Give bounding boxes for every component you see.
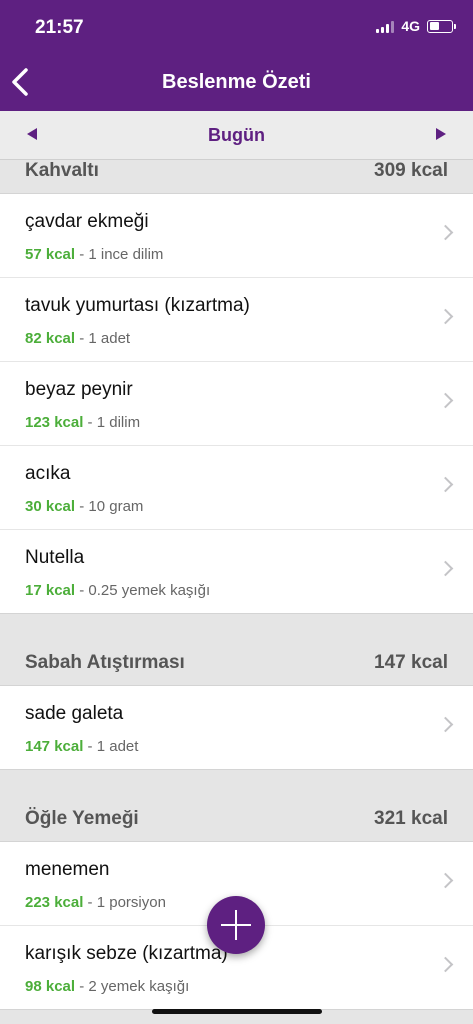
section-header-ogle-yemegi: Öğle Yemeği 321 kcal — [0, 770, 473, 842]
section-header-kahvalti: Kahvaltı 309 kcal — [0, 160, 473, 194]
chevron-right-icon — [437, 476, 454, 493]
status-time: 21:57 — [35, 17, 84, 38]
food-item[interactable]: Nutella 17 kcal - 0.25 yemek kaşığı — [0, 530, 473, 614]
food-name: acıka — [25, 463, 71, 484]
food-kcal: 82 kcal — [25, 330, 76, 347]
food-name: çavdar ekmeği — [25, 211, 149, 232]
page-title: Beslenme Özeti — [162, 71, 311, 93]
food-portion: - 10 gram — [75, 498, 144, 515]
section-title: Kahvaltı — [25, 160, 99, 181]
date-navigator: Bugün — [0, 111, 473, 160]
food-name: karışık sebze (kızartma) — [25, 943, 228, 964]
section-kcal: 321 kcal — [374, 808, 448, 829]
food-item[interactable]: beyaz peynir 123 kcal - 1 dilim — [0, 362, 473, 446]
meal-list: Kahvaltı 309 kcal çavdar ekmeği 57 kcal … — [0, 160, 473, 1010]
chevron-right-icon — [437, 560, 454, 577]
section-header-sabah-atistirmasi: Sabah Atıştırması 147 kcal — [0, 614, 473, 686]
food-kcal: 98 kcal — [25, 978, 76, 995]
section-items: çavdar ekmeği 57 kcal - 1 ince dilim tav… — [0, 194, 473, 614]
food-detail: 82 kcal - 1 adet — [25, 330, 130, 347]
food-name: menemen — [25, 859, 110, 880]
status-indicators: 4G — [376, 18, 456, 34]
section-items: sade galeta 147 kcal - 1 adet — [0, 686, 473, 770]
next-day-button[interactable] — [436, 128, 446, 140]
food-item[interactable]: acıka 30 kcal - 10 gram — [0, 446, 473, 530]
food-kcal: 123 kcal — [25, 414, 84, 431]
chevron-right-icon — [437, 872, 454, 889]
food-kcal: 17 kcal — [25, 582, 76, 599]
date-label[interactable]: Bugün — [0, 125, 473, 146]
food-portion: - 1 adet — [83, 738, 139, 755]
chevron-right-icon — [437, 392, 454, 409]
food-detail: 57 kcal - 1 ince dilim — [25, 246, 163, 263]
food-portion: - 0.25 yemek kaşığı — [75, 582, 211, 599]
food-name: Nutella — [25, 547, 85, 568]
chevron-right-icon — [437, 716, 454, 733]
food-kcal: 223 kcal — [25, 894, 84, 911]
battery-icon — [427, 19, 456, 33]
food-kcal: 147 kcal — [25, 738, 84, 755]
signal-icon — [376, 20, 395, 33]
food-detail: 30 kcal - 10 gram — [25, 498, 143, 515]
food-detail: 147 kcal - 1 adet — [25, 738, 138, 755]
add-food-button[interactable] — [207, 896, 265, 954]
food-portion: - 1 dilim — [83, 414, 141, 431]
food-item[interactable]: çavdar ekmeği 57 kcal - 1 ince dilim — [0, 194, 473, 278]
food-name: beyaz peynir — [25, 379, 133, 400]
app-header: 21:57 4G Beslenme Özeti — [0, 0, 473, 111]
food-portion: - 1 porsiyon — [83, 894, 166, 911]
food-detail: 123 kcal - 1 dilim — [25, 414, 140, 431]
food-name: tavuk yumurtası (kızartma) — [25, 295, 250, 316]
food-portion: - 2 yemek kaşığı — [75, 978, 190, 995]
section-kcal: 309 kcal — [374, 160, 448, 181]
section-title: Sabah Atıştırması — [25, 652, 185, 673]
food-detail: 98 kcal - 2 yemek kaşığı — [25, 978, 189, 995]
food-portion: - 1 ince dilim — [75, 246, 164, 263]
food-detail: 17 kcal - 0.25 yemek kaşığı — [25, 582, 210, 599]
food-kcal: 57 kcal — [25, 246, 76, 263]
food-kcal: 30 kcal — [25, 498, 76, 515]
section-kcal: 147 kcal — [374, 652, 448, 673]
chevron-right-icon — [437, 308, 454, 325]
food-portion: - 1 adet — [75, 330, 131, 347]
food-item[interactable]: tavuk yumurtası (kızartma) 82 kcal - 1 a… — [0, 278, 473, 362]
chevron-right-icon — [437, 956, 454, 973]
network-label: 4G — [401, 18, 420, 34]
food-detail: 223 kcal - 1 porsiyon — [25, 894, 166, 911]
food-name: sade galeta — [25, 703, 124, 724]
chevron-right-icon — [437, 224, 454, 241]
home-indicator — [152, 1009, 322, 1014]
food-item[interactable]: sade galeta 147 kcal - 1 adet — [0, 686, 473, 770]
section-title: Öğle Yemeği — [25, 808, 139, 829]
